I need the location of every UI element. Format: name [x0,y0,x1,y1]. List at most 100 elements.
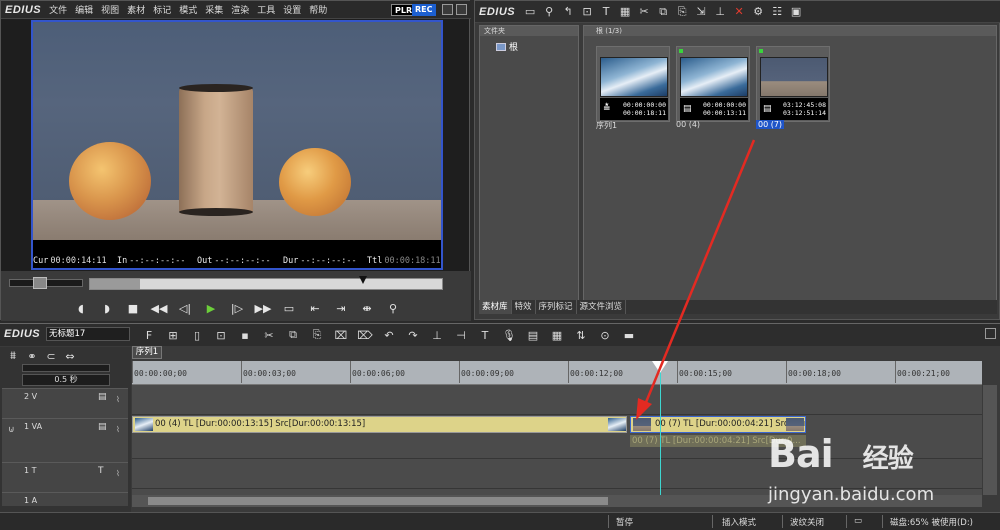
clip-card-00-4[interactable]: 00:00:00:00 00:00:13:11 ▤ [676,46,750,122]
loop-icon[interactable]: ▭ [279,299,299,317]
split-icon[interactable]: ⇼ [357,299,377,317]
mixer-icon[interactable]: ▤ [524,327,542,343]
properties-icon[interactable]: ⚙ [749,4,767,20]
menu-mode[interactable]: 模式 [179,3,197,16]
rewind-icon[interactable]: ◀◀ [149,299,169,317]
menu-render[interactable]: 渲染 [231,3,249,16]
zoom-slider[interactable] [22,364,110,372]
close-button[interactable] [456,4,467,15]
timeline-close-button[interactable] [985,328,996,339]
menu-tools[interactable]: 工具 [257,3,275,16]
track-type-icon[interactable]: ⩩ [4,348,22,364]
delete-icon[interactable]: ✕ [730,4,748,20]
fast-forward-icon[interactable]: ▶▶ [253,299,273,317]
copy-icon[interactable]: ⧉ [284,327,302,343]
ruler-tick-label: 00:00:09;00 [461,369,514,378]
sync-lock-icon[interactable]: ⇔ [61,348,79,364]
timeline-playhead[interactable] [660,361,661,495]
clip-card-00-7[interactable]: 03:12:45:08 03:12:51:14 ▤ [756,46,830,122]
paste-icon[interactable]: ⎘ [673,4,691,20]
clip-label-00-7[interactable]: 00 (7) [756,120,785,129]
open-project-icon[interactable]: ⊡ [212,327,230,343]
track-lock-icon[interactable]: ⊍ [8,425,15,435]
mode-icon[interactable]: F [140,327,158,343]
position-slider-playhead[interactable] [359,276,367,284]
clip-label-sequence[interactable]: 序列1 [596,120,617,131]
copy-icon[interactable]: ⧉ [654,4,672,20]
tab-source-browser[interactable]: 源文件浏览 [577,300,627,314]
menu-marker[interactable]: 标记 [153,3,171,16]
cut-icon[interactable]: ✂ [635,4,653,20]
position-slider[interactable] [89,278,443,290]
expand-icon[interactable]: ⌇ [116,425,120,434]
horizontal-scroll-thumb[interactable] [148,497,608,505]
menu-edit[interactable]: 编辑 [75,3,93,16]
title-icon[interactable]: T [476,327,494,343]
cut-icon[interactable]: ✂ [260,327,278,343]
overwrite-to-timeline-icon[interactable]: ⇥ [331,299,351,317]
title-icon[interactable]: T [597,4,615,20]
delete-icon[interactable]: ⌧ [332,327,350,343]
set-in-icon[interactable]: ◖ [71,299,91,317]
trim-icon[interactable]: ⊣ [452,327,470,343]
step-forward-icon[interactable]: |▷ [227,299,247,317]
playhead-cap[interactable] [652,361,668,373]
minimize-button[interactable] [442,4,453,15]
new-project-icon[interactable]: ▯ [188,327,206,343]
undo-icon[interactable]: ↶ [380,327,398,343]
redo-icon[interactable]: ↷ [404,327,422,343]
ripple-delete-icon[interactable]: ⌦ [356,327,374,343]
up-folder-icon[interactable]: ↰ [559,4,577,20]
new-sequence-icon[interactable]: ⊞ [164,327,182,343]
track-header-1a[interactable]: 1 A [2,492,128,506]
shuttle-knob[interactable] [33,277,47,289]
color-bars-icon[interactable]: ▦ [616,4,634,20]
grid-icon[interactable]: ▦ [548,327,566,343]
expand-icon[interactable]: ⌇ [116,469,120,478]
link-icon[interactable]: ⚭ [23,348,41,364]
timeline-clip-00-4[interactable]: 00 (4) TL [Dur:00:00:13:15] Src[Dur:00:0… [132,416,627,433]
menu-file[interactable]: 文件 [49,3,67,16]
track-header-2v[interactable]: 2 V ▤ ⌇ [2,388,128,418]
timeline-ruler[interactable]: 00:00:00;00 00:00:03;00 00:00:06;00 00:00:0… [132,361,982,385]
expand-icon[interactable]: ⌇ [116,395,120,404]
layout-icon[interactable]: ▬ [620,327,638,343]
menu-settings[interactable]: 设置 [283,3,301,16]
add-clip-icon[interactable]: ⊡ [578,4,596,20]
tab-sequence-markers[interactable]: 序列标记 [536,300,577,314]
settings-icon[interactable]: ▣ [787,4,805,20]
insert-to-timeline-icon[interactable]: ⇤ [305,299,325,317]
search-icon[interactable]: ⚲ [540,4,558,20]
group-icon[interactable]: ⊂ [42,348,60,364]
show-in-player-icon[interactable]: ⇲ [692,4,710,20]
render-icon[interactable]: ⊙ [596,327,614,343]
track-header-1va[interactable]: ⊍ 1 VA ▤ ⌇ [2,418,128,462]
menu-help[interactable]: 帮助 [309,3,327,16]
sync-icon[interactable]: ⇅ [572,327,590,343]
add-to-timeline-icon[interactable]: ⊥ [711,4,729,20]
marker-icon[interactable]: ⊥ [428,327,446,343]
clip-label-00-4[interactable]: 00 (4) [676,120,700,129]
folder-icon[interactable]: ▭ [521,4,539,20]
set-out-icon[interactable]: ◗ [97,299,117,317]
menu-clip[interactable]: 素材 [127,3,145,16]
paste-icon[interactable]: ⎘ [308,327,326,343]
clip-view: 根 (1/3) 00:00:00:00 00:00:18:11 ≛ 00:00:… [583,25,997,313]
tab-effects[interactable]: 特效 [512,300,536,314]
folder-root[interactable]: 根 [496,40,518,53]
menu-view[interactable]: 视图 [101,3,119,16]
rec-mode-button[interactable]: REC [412,4,436,16]
view-mode-icon[interactable]: ☷ [768,4,786,20]
export-icon[interactable]: ⚲ [383,299,403,317]
menu-capture[interactable]: 采集 [205,3,223,16]
stop-icon[interactable]: ■ [123,299,143,317]
zoom-scale-value[interactable]: 0.5 秒 [22,374,110,386]
clip-card-sequence[interactable]: 00:00:00:00 00:00:18:11 ≛ [596,46,670,122]
save-icon[interactable]: ▪ [236,327,254,343]
voice-over-icon[interactable]: 🎙 [500,327,518,343]
tab-sequence-1[interactable]: 序列1 [132,346,162,359]
play-icon[interactable]: ▶ [201,299,221,317]
step-back-icon[interactable]: ◁| [175,299,195,317]
track-header-1t[interactable]: 1 T T ⌇ [2,462,128,492]
tab-bin[interactable]: 素材库 [479,300,512,314]
